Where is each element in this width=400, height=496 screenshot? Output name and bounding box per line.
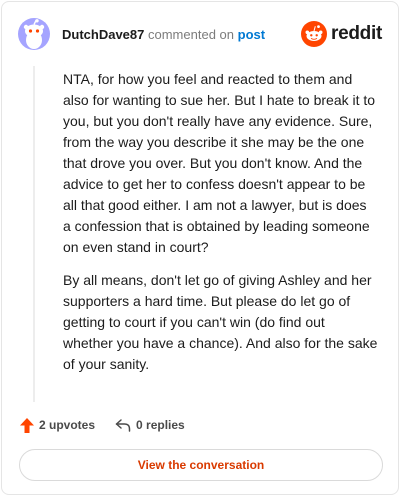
upvote-count: 2 upvotes — [39, 418, 96, 432]
upvote-arrow-icon — [20, 417, 34, 433]
post-link[interactable]: post — [238, 27, 265, 42]
reddit-logo-icon — [301, 21, 328, 47]
reply-arrow-icon — [115, 419, 131, 432]
view-conversation-button[interactable]: View the conversation — [19, 449, 383, 481]
action-text: commented on — [148, 27, 234, 42]
logo-text: reddit — [331, 23, 382, 44]
comment-paragraph: NTA, for how you feel and reacted to the… — [63, 71, 376, 255]
snoo-avatar-icon[interactable] — [18, 18, 50, 50]
comment-card: DutchDave87 commented on post reddit NTA… — [1, 1, 399, 495]
comment-header: DutchDave87 commented on post reddit — [18, 18, 382, 50]
comment-byline: DutchDave87 commented on post — [62, 27, 265, 42]
comment-paragraph: By all means, don't let go of giving Ash… — [63, 272, 378, 372]
username-link[interactable]: DutchDave87 — [62, 27, 144, 42]
reddit-logo[interactable]: reddit — [301, 20, 382, 48]
upvote-button[interactable]: 2 upvotes — [20, 417, 96, 433]
reply-button[interactable]: 0 replies — [115, 418, 185, 432]
comment-body: NTA, for how you feel and reacted to the… — [63, 69, 378, 387]
reply-count: 0 replies — [136, 418, 185, 432]
thread-line[interactable] — [33, 66, 35, 402]
comment-footer: 2 upvotes 0 replies — [20, 415, 185, 435]
